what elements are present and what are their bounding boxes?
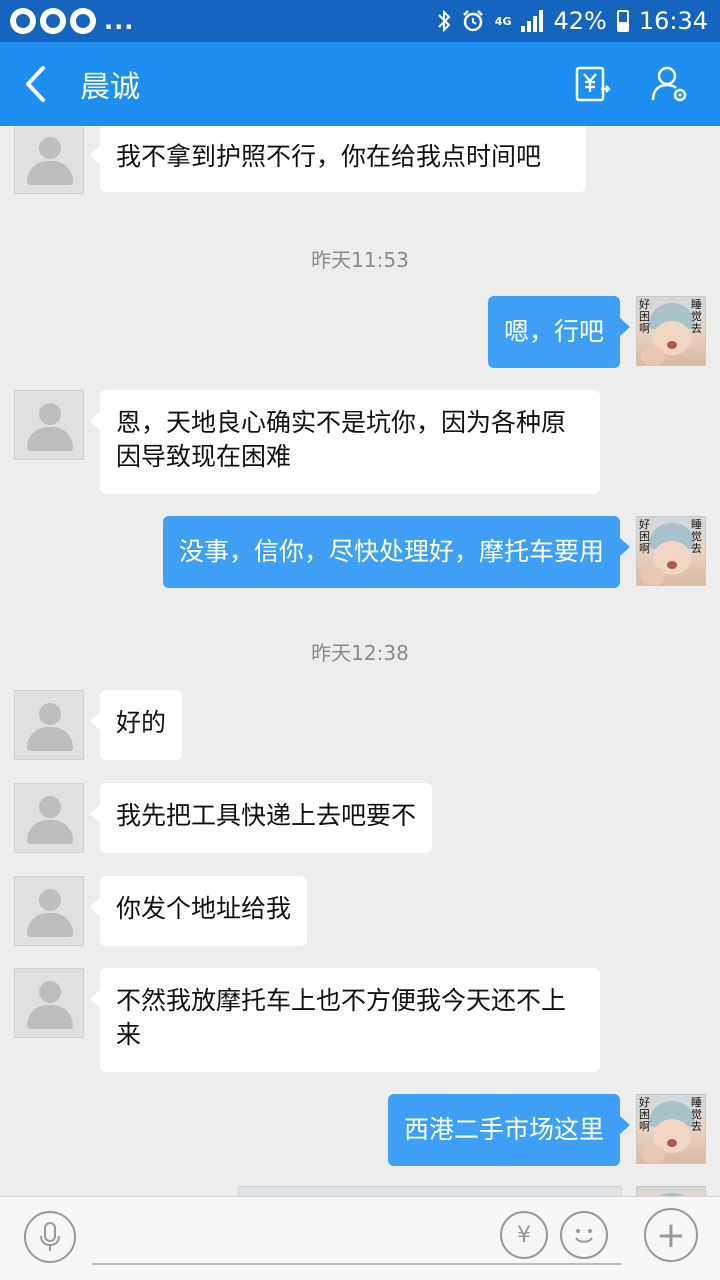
contact-avatar[interactable]: [14, 876, 84, 946]
contact-name: 晨诚: [80, 70, 140, 105]
contact-avatar[interactable]: [14, 126, 84, 194]
incoming-message[interactable]: 我先把工具快递上去吧要不: [89, 783, 433, 853]
clock: 16:34: [638, 7, 708, 35]
self-avatar[interactable]: 好困啊 睡觉去: [636, 516, 706, 586]
battery-icon: [616, 10, 629, 32]
smiley-icon: [575, 1229, 593, 1243]
incoming-message[interactable]: 恩，天地良心确实不是坑你，因为各种原因导致现在困难: [90, 390, 600, 494]
back-button[interactable]: [0, 42, 70, 126]
outgoing-message[interactable]: 没事，信你，尽快处理好，摩托车要用: [162, 516, 631, 588]
message-list[interactable]: 我不拿到护照不行，你在给我点时间吧 昨天11:53 嗯，行吧 好困啊 睡觉去 恩，…: [0, 126, 720, 1196]
incoming-message[interactable]: 好的: [89, 690, 183, 760]
red-packet-button[interactable]: ¥: [500, 1211, 548, 1259]
qq-notification-icon: [40, 8, 66, 34]
incoming-message[interactable]: 我不拿到护照不行，你在给我点时间吧: [90, 126, 586, 192]
chevron-left-icon: [26, 66, 45, 102]
status-bar: ... 4G 42% 16:34: [0, 0, 720, 42]
outgoing-message[interactable]: 西港二手市场这里: [387, 1094, 631, 1166]
money-transfer-icon: [575, 66, 611, 102]
input-bar: ¥ +: [0, 1196, 720, 1280]
battery-percent: 42%: [553, 7, 607, 35]
self-avatar[interactable]: 好困啊 睡觉去: [636, 1094, 706, 1164]
voice-button[interactable]: [24, 1211, 76, 1263]
network-type: 4G: [494, 14, 512, 28]
emoji-button[interactable]: [560, 1211, 608, 1259]
message-input[interactable]: [92, 1211, 496, 1263]
signal-icon: [521, 10, 544, 32]
transfer-money-button[interactable]: [568, 60, 616, 108]
contact-avatar[interactable]: [14, 968, 84, 1038]
timestamp: 昨天11:53: [311, 248, 409, 272]
location-map-message[interactable]: [238, 1186, 622, 1196]
contact-avatar[interactable]: [14, 690, 84, 760]
microphone-icon: [40, 1222, 60, 1251]
outgoing-message[interactable]: 嗯，行吧: [487, 296, 631, 368]
self-avatar[interactable]: 好困啊 睡觉去: [636, 296, 706, 366]
qq-notification-icon: [70, 8, 96, 34]
self-avatar[interactable]: [636, 1186, 706, 1196]
yuan-icon: ¥: [517, 1222, 531, 1248]
user-settings-icon: [651, 66, 687, 102]
plus-icon: +: [655, 1214, 687, 1256]
more-options-button[interactable]: +: [644, 1208, 698, 1262]
bluetooth-icon: [438, 9, 451, 33]
contact-avatar[interactable]: [14, 783, 84, 853]
incoming-message[interactable]: 你发个地址给我: [89, 876, 308, 946]
more-notifications: ...: [104, 7, 135, 35]
timestamp: 昨天12:38: [311, 641, 409, 665]
alarm-icon: [462, 10, 483, 32]
contact-avatar[interactable]: [14, 390, 84, 460]
contact-settings-button[interactable]: [646, 60, 694, 108]
input-underline: [92, 1263, 622, 1265]
qq-notification-icon: [10, 8, 36, 34]
incoming-message[interactable]: 不然我放摩托车上也不方便我今天还不上来: [90, 968, 600, 1072]
chat-header: 晨诚: [0, 42, 720, 126]
